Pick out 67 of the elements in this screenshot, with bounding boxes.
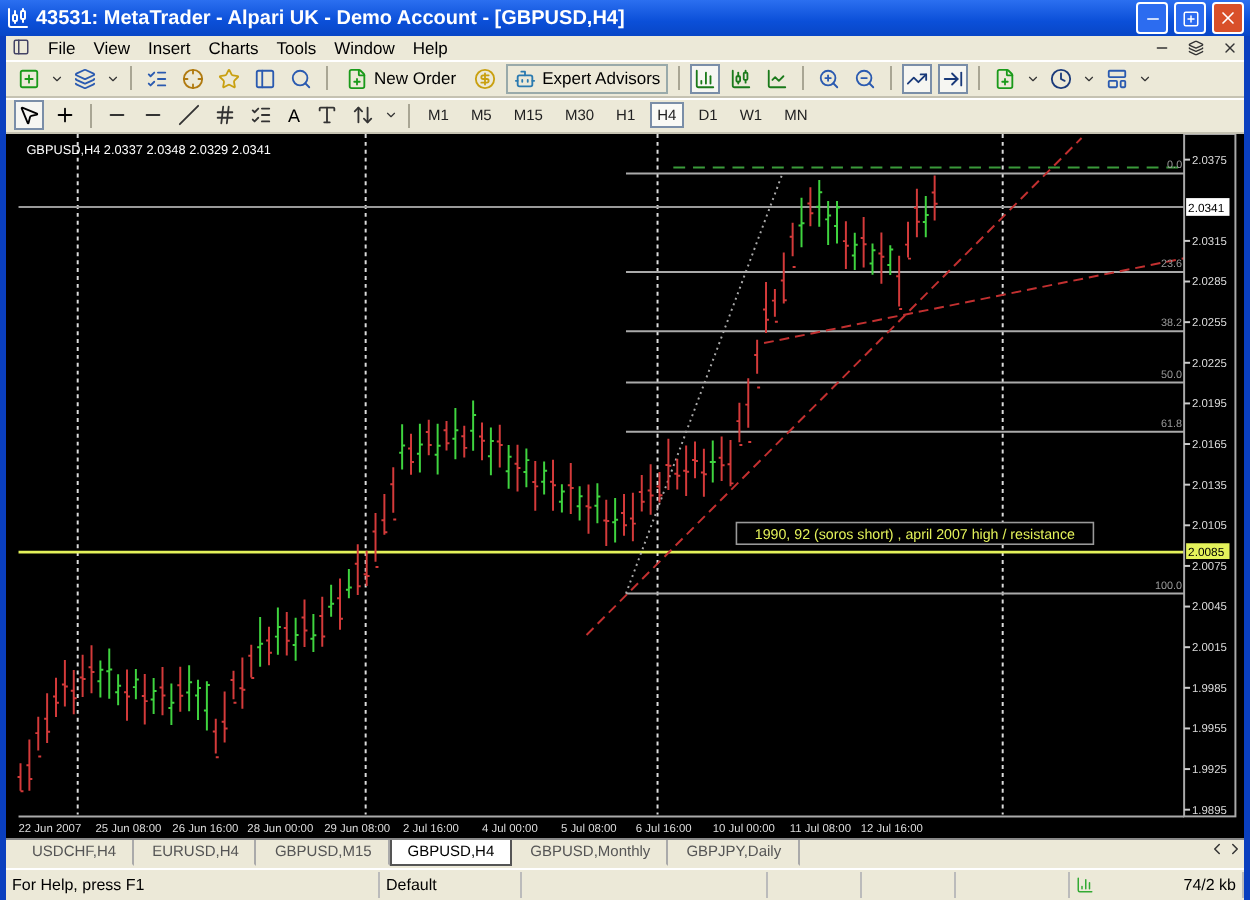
close-icon[interactable]	[1222, 39, 1238, 56]
new-order-button[interactable]: New Order	[338, 63, 465, 94]
menu-item[interactable]: Insert	[147, 37, 191, 58]
channel-icon	[214, 104, 236, 127]
zoom-out-icon	[854, 67, 877, 90]
trendline-icon	[178, 104, 200, 127]
arrows-icon	[352, 104, 375, 127]
maximize-button[interactable]	[1174, 2, 1206, 34]
text-tool[interactable]: A	[282, 105, 307, 126]
status-help-text: For Help, press F1	[12, 876, 145, 895]
new-chart-icon	[18, 67, 40, 90]
document-icon	[12, 38, 30, 57]
close-icon	[1218, 8, 1238, 28]
menu-item[interactable]: Tools	[276, 37, 317, 58]
cursor-button[interactable]	[14, 100, 44, 131]
menu-item[interactable]: File	[48, 37, 76, 58]
market-watch-icon	[146, 67, 168, 90]
zoom-in-icon	[818, 67, 841, 90]
indicators-icon	[994, 67, 1017, 90]
app-icon	[6, 6, 30, 30]
profiles-button[interactable]	[70, 63, 100, 94]
close-button[interactable]	[1212, 2, 1244, 34]
line-chart-icon	[766, 67, 789, 90]
scroll-left-icon[interactable]	[1208, 840, 1226, 859]
chart-shift-icon	[942, 67, 965, 90]
trendline-button[interactable]	[174, 100, 204, 131]
crosshair-icon	[54, 104, 76, 127]
caret-icon	[384, 108, 399, 123]
chart-shift-button[interactable]	[938, 63, 969, 94]
window-title: 43531: MetaTrader - Alpari UK - Demo Account - [GBPUSD,H4]	[36, 7, 627, 29]
star-icon[interactable]	[214, 63, 244, 94]
maximize-icon	[1181, 9, 1199, 27]
cursor-icon	[18, 104, 40, 127]
periods-icon	[1050, 67, 1073, 90]
periods-button[interactable]	[1046, 63, 1077, 94]
search-icon	[290, 67, 312, 90]
caret-icon	[106, 71, 120, 86]
candlestick-icon	[730, 67, 753, 90]
trend-line[interactable]	[763, 258, 1186, 345]
price-chart[interactable]	[6, 134, 1244, 839]
caret-icon	[50, 71, 64, 86]
new-order-icon	[346, 67, 368, 90]
menu-item[interactable]: Window	[334, 37, 395, 58]
scroll-right-icon[interactable]	[1226, 840, 1244, 859]
text-label-icon	[316, 104, 339, 127]
terminal-icon	[254, 67, 276, 90]
trend-line[interactable]	[585, 137, 1083, 637]
menu-item[interactable]: Help	[412, 37, 448, 58]
minimize-button[interactable]	[1136, 2, 1168, 34]
auto-scroll-button[interactable]	[902, 63, 933, 94]
support-line[interactable]	[18, 551, 1185, 555]
robot-icon	[514, 67, 537, 90]
status-traffic: 74/2 kb	[1183, 876, 1236, 895]
caret-icon	[1138, 71, 1153, 86]
templates-icon	[1106, 67, 1129, 90]
bar-chart-button[interactable]	[690, 63, 721, 94]
bar-chart-icon	[694, 67, 717, 90]
status-profile: Default	[386, 876, 437, 895]
menu-item[interactable]: View	[93, 37, 130, 58]
connection-icon	[1076, 876, 1094, 895]
restore-icon[interactable]	[1188, 39, 1204, 56]
expert-advisors-button[interactable]: Expert Advisors	[506, 63, 669, 94]
menu-item[interactable]: Charts	[208, 37, 259, 58]
caret-icon	[1082, 71, 1097, 86]
caret-icon	[1026, 71, 1041, 86]
navigator-icon	[182, 67, 204, 90]
profiles-icon	[74, 67, 96, 90]
